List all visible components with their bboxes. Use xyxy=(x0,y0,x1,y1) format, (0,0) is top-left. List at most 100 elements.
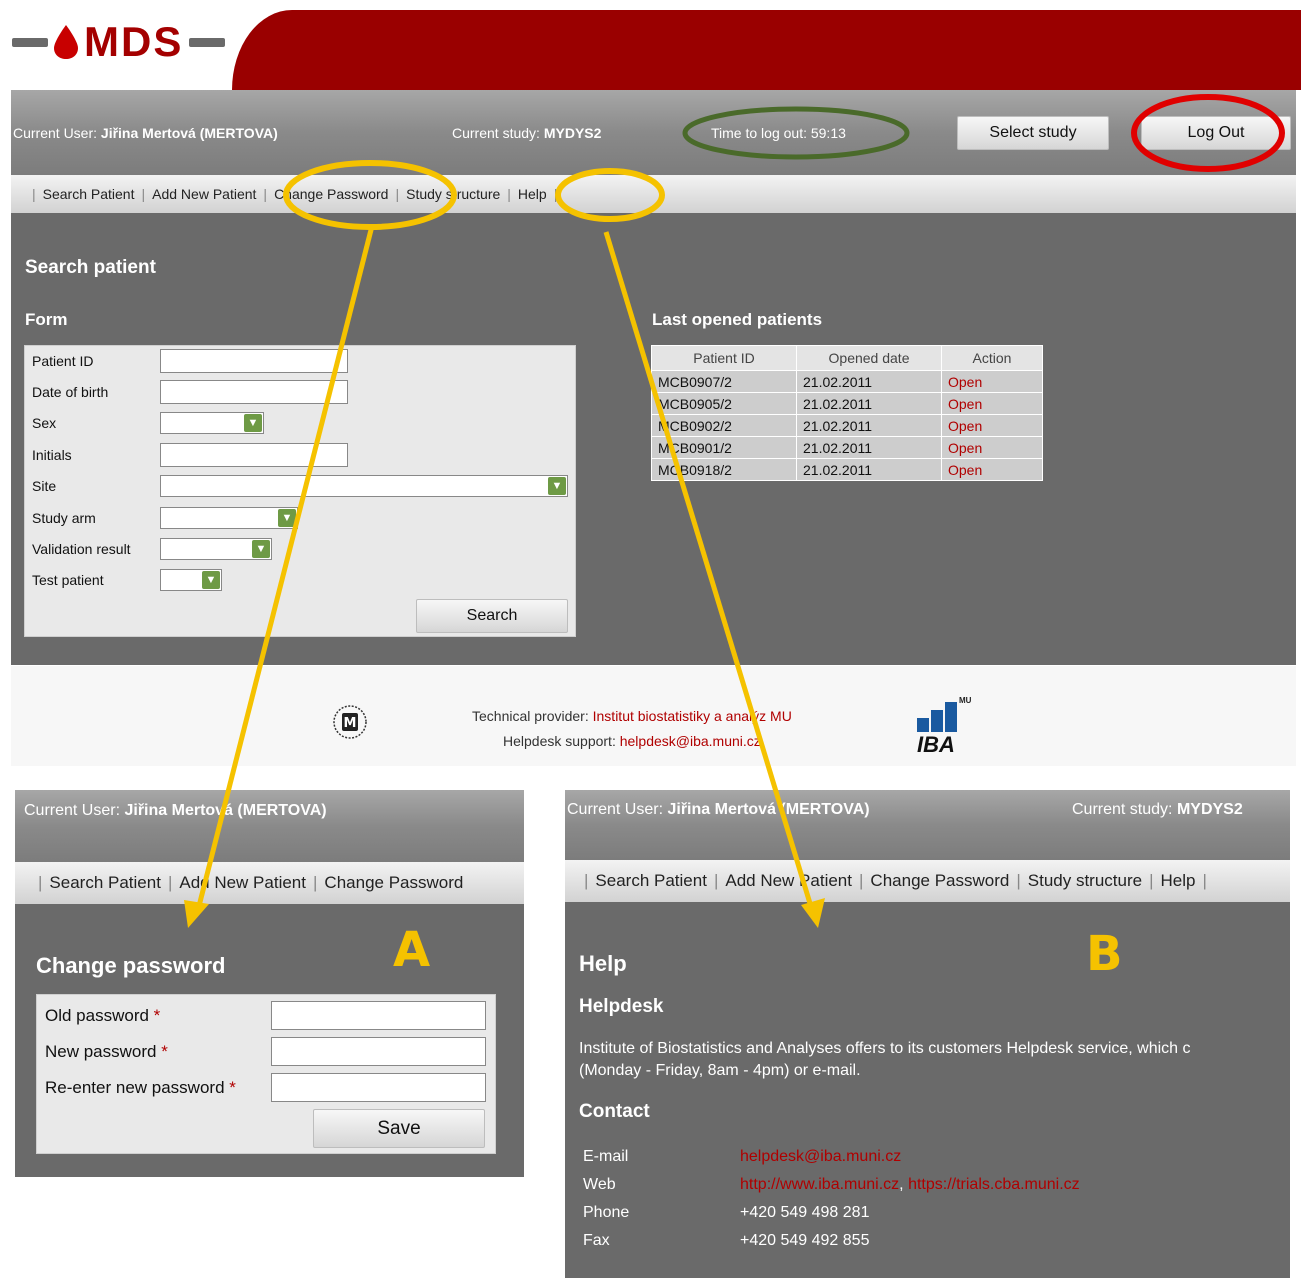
site-select[interactable]: ▼ xyxy=(160,475,568,497)
footer: M Technical provider: Institut biostatis… xyxy=(11,666,1296,766)
change-password-form: Old password * New password * Re-enter n… xyxy=(36,994,496,1154)
svg-text:M: M xyxy=(344,716,357,731)
change-password-title: Change password xyxy=(36,953,226,978)
panel-a-nav: | Search Patient | Add New Patient | Change… xyxy=(15,862,524,904)
logo-right-bar xyxy=(189,37,226,47)
chevron-down-icon: ▼ xyxy=(244,414,262,432)
label-site: Site xyxy=(32,478,57,494)
panel-b-user-bar: Current User: Jiřina Mertová (MERTOVA) C… xyxy=(565,790,1290,860)
date-of-birth-input[interactable] xyxy=(160,380,348,404)
tech-provider-link[interactable]: Institut biostatistiky a analýz MU xyxy=(593,708,792,724)
table-row: MCB0902/2 21.02.2011 Open xyxy=(651,414,1043,437)
table-row: MCB0905/2 21.02.2011 Open xyxy=(651,392,1043,415)
page-title: Search patient xyxy=(25,257,156,278)
email-link[interactable]: helpdesk@iba.muni.cz xyxy=(740,1148,901,1165)
contact-labels: E-mail Web Phone Fax xyxy=(583,1148,629,1260)
new-password-input[interactable] xyxy=(271,1037,486,1066)
panel-b-nav-help[interactable]: Help xyxy=(1161,871,1196,891)
user-bar: Current User: Jiřina Mertová (MERTOVA) C… xyxy=(11,90,1296,175)
label-validation-result: Validation result xyxy=(32,541,131,557)
label-new-password: New password * xyxy=(45,1042,168,1061)
col-opened-date: Opened date xyxy=(796,345,942,371)
open-link[interactable]: Open xyxy=(941,436,1043,459)
panel-b-content: Help Helpdesk Institute of Biostatistics… xyxy=(565,902,1290,1278)
open-link[interactable]: Open xyxy=(941,414,1043,437)
cell-opened-date: 21.02.2011 xyxy=(796,458,942,481)
sex-select[interactable]: ▼ xyxy=(160,412,264,434)
contact-label-phone: Phone xyxy=(583,1204,630,1221)
iba-logo: MU IBA xyxy=(917,696,972,757)
web-link-iba[interactable]: http://www.iba.muni.cz xyxy=(740,1176,899,1193)
label-test-patient: Test patient xyxy=(32,572,104,588)
last-opened-table: Patient ID Opened date Action MCB0907/2 … xyxy=(651,345,1043,481)
helpdesk-subtitle: Helpdesk xyxy=(579,996,664,1017)
panel-b-current-user: Current User: Jiřina Mertová (MERTOVA) xyxy=(567,801,870,818)
panel-b-nav-add-new-patient[interactable]: Add New Patient xyxy=(725,871,852,891)
annotation-label-b: B xyxy=(1086,926,1123,982)
panel-a-nav-search-patient[interactable]: Search Patient xyxy=(49,873,161,893)
contact-label-web: Web xyxy=(583,1176,616,1193)
panel-b-nav-study-structure[interactable]: Study structure xyxy=(1028,871,1142,891)
cell-patient-id: MCB0902/2 xyxy=(651,414,797,437)
nav-search-patient[interactable]: Search Patient xyxy=(43,186,135,202)
nav-change-password[interactable]: Change Password xyxy=(274,186,388,202)
form-title: Form xyxy=(25,310,68,329)
search-button[interactable]: Search xyxy=(416,599,568,633)
table-row: MCB0918/2 21.02.2011 Open xyxy=(651,458,1043,481)
tech-provider: Technical provider: Institut biostatisti… xyxy=(472,708,792,724)
study-arm-select[interactable]: ▼ xyxy=(160,507,298,529)
panel-b-current-study: Current study: MYDYS2 xyxy=(1072,801,1243,818)
cell-opened-date: 21.02.2011 xyxy=(796,436,942,459)
contact-label-fax: Fax xyxy=(583,1232,610,1249)
main-nav: | Search Patient | Add New Patient | Change… xyxy=(11,175,1296,213)
panel-b-nav-search-patient[interactable]: Search Patient xyxy=(595,871,707,891)
label-old-password: Old password * xyxy=(45,1006,161,1025)
nav-study-structure[interactable]: Study structure xyxy=(406,186,500,202)
open-link[interactable]: Open xyxy=(941,370,1043,393)
select-study-button[interactable]: Select study xyxy=(957,116,1109,150)
helpdesk-paragraph-line1: Institute of Biostatistics and Analyses … xyxy=(579,1040,1191,1057)
save-button[interactable]: Save xyxy=(313,1109,485,1148)
search-form: Patient ID Date of birth Sex ▼ Initials … xyxy=(24,345,576,637)
panel-a-nav-change-password[interactable]: Change Password xyxy=(324,873,463,893)
main-content: Search patient Form Patient ID Date of b… xyxy=(11,213,1296,665)
cell-opened-date: 21.02.2011 xyxy=(796,392,942,415)
logo-text: MDS xyxy=(84,18,184,65)
cell-patient-id: MCB0918/2 xyxy=(651,458,797,481)
logout-timer: Time to log out: 59:13 xyxy=(711,125,846,141)
helpdesk-link[interactable]: helpdesk@iba.muni.cz xyxy=(620,733,761,749)
label-reenter-password: Re-enter new password * xyxy=(45,1078,236,1097)
label-date-of-birth: Date of birth xyxy=(32,384,109,400)
nav-help[interactable]: Help xyxy=(518,186,547,202)
label-study-arm: Study arm xyxy=(32,510,96,526)
contact-label-email: E-mail xyxy=(583,1148,629,1165)
annotation-label-a: A xyxy=(393,922,431,978)
last-opened-title: Last opened patients xyxy=(652,310,823,329)
old-password-input[interactable] xyxy=(271,1001,486,1030)
nav-add-new-patient[interactable]: Add New Patient xyxy=(152,186,256,202)
label-patient-id: Patient ID xyxy=(32,353,94,369)
logo-left-bar xyxy=(12,37,48,47)
header-banner: MDS xyxy=(0,0,1301,90)
patient-id-input[interactable] xyxy=(160,349,348,373)
web-link-trials[interactable]: https://trials.cba.muni.cz xyxy=(908,1176,1080,1193)
test-patient-select[interactable]: ▼ xyxy=(160,569,222,591)
validation-result-select[interactable]: ▼ xyxy=(160,538,272,560)
cell-opened-date: 21.02.2011 xyxy=(796,414,942,437)
blood-drop-icon xyxy=(54,25,78,59)
header-red-band xyxy=(232,10,1301,90)
help-title: Help xyxy=(579,951,627,976)
initials-input[interactable] xyxy=(160,443,348,467)
contact-title: Contact xyxy=(579,1101,650,1122)
logout-button[interactable]: Log Out xyxy=(1141,116,1291,150)
panel-a-content: Change password Old password * New passw… xyxy=(15,904,524,1177)
open-link[interactable]: Open xyxy=(941,458,1043,481)
cell-patient-id: MCB0905/2 xyxy=(651,392,797,415)
panel-b-nav-change-password[interactable]: Change Password xyxy=(870,871,1009,891)
helpdesk-paragraph-line2: (Monday - Friday, 8am - 4pm) or e-mail. xyxy=(579,1062,861,1079)
col-action: Action xyxy=(941,345,1043,371)
col-patient-id: Patient ID xyxy=(651,345,797,371)
panel-a-nav-add-new-patient[interactable]: Add New Patient xyxy=(179,873,306,893)
open-link[interactable]: Open xyxy=(941,392,1043,415)
reenter-password-input[interactable] xyxy=(271,1073,486,1102)
